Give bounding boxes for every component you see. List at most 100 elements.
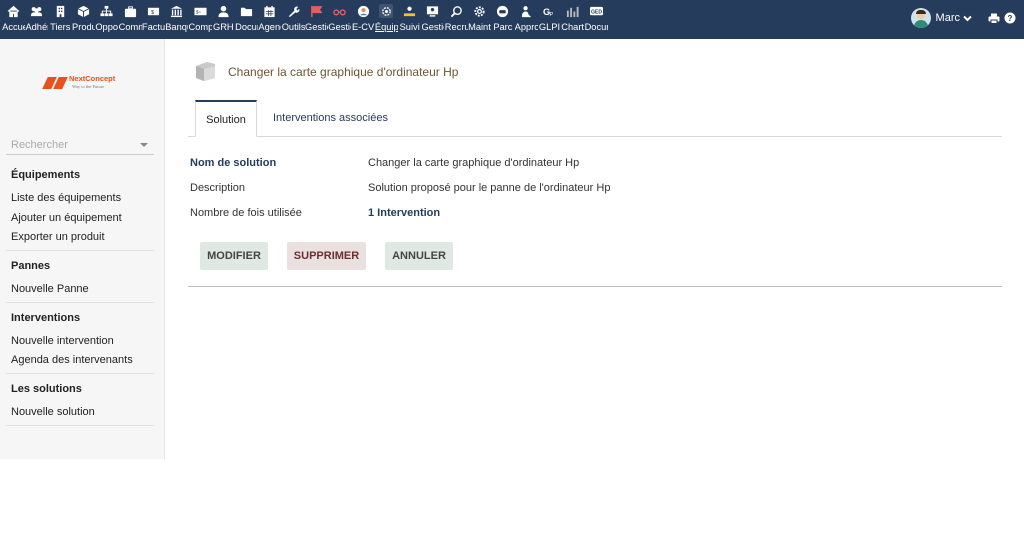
topmenu-item-label: Banque — [165, 22, 188, 32]
topmenu-item[interactable]: Accueil — [2, 3, 25, 37]
cash-icon: $= — [193, 4, 207, 18]
calendar-icon — [263, 4, 277, 18]
sidebar-item-ajouter-equipement[interactable]: Ajouter un équipement — [11, 212, 122, 224]
topmenu-item[interactable]: Produits — [72, 3, 95, 37]
topmenu-item[interactable]: Tiers — [49, 3, 72, 37]
topmenu-item[interactable]: Suivi — [398, 3, 421, 37]
interventions-count-link[interactable]: 1 Intervention — [368, 207, 440, 219]
user-zone: Marc ? — [910, 8, 1016, 28]
flag-icon — [310, 4, 324, 18]
topmenu-item-label: Gestion — [328, 22, 351, 32]
topmenu-item[interactable]: GED Documents — [584, 3, 608, 37]
logo-tagline: Way to the Future — [72, 84, 105, 89]
home-icon — [7, 4, 21, 18]
topmenu-item[interactable]: $ Factures — [142, 3, 165, 37]
topmenu-item-label: Recrutement — [444, 22, 468, 32]
user-avatar[interactable] — [910, 8, 931, 28]
tab-solution[interactable]: Solution — [195, 100, 257, 137]
glpi-icon: GP — [542, 4, 556, 18]
topmenu-item[interactable]: Maintenance — [468, 3, 491, 37]
topmenu-item[interactable]: Commercial — [118, 3, 142, 37]
face-icon — [356, 4, 370, 18]
person-desk-icon — [403, 4, 417, 18]
page-title: Changer la carte graphique d'ordinateur … — [228, 65, 459, 79]
topmenu-item[interactable]: Équipements — [375, 3, 398, 37]
tab-bar: Solution Interventions associées — [188, 100, 1002, 137]
company-logo[interactable]: NextConcept Way to the Future — [42, 75, 115, 91]
sidebar-section-solutions: Les solutions Nouvelle solution — [6, 375, 154, 426]
logo-name: NextConcept — [69, 74, 116, 83]
topmenu-item-label: Compta — [188, 22, 212, 32]
sidebar-item-exporter-produit[interactable]: Exporter un produit — [11, 231, 105, 243]
topmenu-item[interactable]: Parc — [491, 3, 514, 37]
monitor-user-icon — [426, 4, 440, 18]
delete-button[interactable]: SUPPRIMER — [287, 242, 366, 270]
invoice-icon: $ — [146, 4, 160, 18]
sidebar-item-nouvelle-intervention[interactable]: Nouvelle intervention — [11, 335, 114, 347]
topmenu-item[interactable]: Gestion — [305, 3, 328, 37]
sidebar-section-title[interactable]: Pannes — [11, 260, 50, 272]
print-icon[interactable] — [988, 13, 1000, 24]
top-navigation-bar: AccueilAdhérentsTiersProduitsOpportunité… — [0, 0, 1024, 39]
users-icon — [30, 4, 44, 18]
topmenu-item[interactable]: G P GLPI — [538, 3, 561, 37]
briefcase-icon — [123, 4, 137, 18]
topmenu-item[interactable]: Recrutement — [445, 3, 468, 37]
topmenu-item[interactable]: Charts — [561, 3, 584, 37]
chevron-down-icon[interactable] — [963, 15, 972, 22]
cancel-button[interactable]: ANNULER — [385, 242, 453, 270]
topmenu-item-label: Suivi — [399, 22, 420, 32]
sidebar-item-agenda-intervenants[interactable]: Agenda des intervenants — [11, 354, 133, 366]
tab-interventions-associees[interactable]: Interventions associées — [273, 100, 388, 137]
cog-icon — [473, 4, 487, 18]
help-icon[interactable]: ? — [1004, 12, 1016, 24]
sidebar-item-liste-equipements[interactable]: Liste des équipements — [11, 192, 121, 204]
topmenu-item-label: Opportunités — [95, 22, 119, 32]
topmenu-item[interactable]: Outils — [282, 3, 305, 37]
field-label-nom-solution: Nom de solution — [190, 157, 277, 169]
glasses-icon — [333, 4, 347, 18]
sidebar-section-title[interactable]: Équipements — [11, 169, 80, 181]
topmenu-item[interactable]: Documents — [235, 3, 258, 37]
svg-text:?: ? — [1008, 14, 1013, 23]
left-sidebar: NextConcept Way to the Future Rechercher… — [0, 39, 165, 459]
sidebar-item-nouvelle-solution[interactable]: Nouvelle solution — [11, 406, 95, 418]
box-icon — [77, 4, 91, 18]
sidebar-section-pannes: Pannes Nouvelle Panne — [6, 252, 154, 303]
search-select[interactable]: Rechercher — [6, 137, 154, 155]
sitemap-icon — [100, 4, 114, 18]
caret-down-icon — [140, 143, 148, 147]
topmenu-item-label: GRH — [212, 22, 234, 32]
topmenu-item[interactable]: GRH — [212, 3, 235, 37]
topmenu-item-label: E-CV — [351, 22, 375, 32]
topmenu-item[interactable]: Gestion — [421, 3, 444, 37]
svg-text:$=: $= — [195, 9, 201, 14]
topmenu-item-label: Documents — [235, 22, 258, 32]
topmenu-item-label: Maintenance — [468, 22, 491, 32]
topmenu-item[interactable]: Appro — [515, 3, 538, 37]
topmenu-item-label: Outils — [281, 22, 305, 32]
folder-icon — [196, 62, 215, 81]
field-label-description: Description — [190, 182, 246, 194]
topmenu-item[interactable]: Adhérents — [25, 3, 48, 37]
topmenu-item[interactable]: E-CV — [351, 3, 374, 37]
car-icon — [496, 4, 510, 18]
topmenu-item[interactable]: Opportunités — [95, 3, 118, 37]
bank-icon — [170, 4, 184, 18]
topmenu-item[interactable]: Banque — [165, 3, 188, 37]
user-name[interactable]: Marc — [936, 12, 960, 24]
topmenu-item[interactable]: Agenda — [258, 3, 281, 37]
sidebar-section-title[interactable]: Interventions — [11, 312, 80, 324]
sidebar-section-equipements: Équipements Liste des équipements Ajoute… — [6, 165, 154, 251]
modify-button[interactable]: MODIFIER — [200, 242, 268, 270]
logo-mark-icon — [42, 77, 68, 89]
dolly-icon — [519, 4, 533, 18]
ged-icon: GED — [589, 4, 603, 18]
topmenu-item[interactable]: $= Compta — [188, 3, 212, 37]
sidebar-section-title[interactable]: Les solutions — [11, 383, 82, 395]
sidebar-item-nouvelle-panne[interactable]: Nouvelle Panne — [11, 283, 89, 295]
topmenu-item[interactable]: Gestion — [328, 3, 351, 37]
gear-network-icon — [379, 4, 394, 18]
top-menu: AccueilAdhérentsTiersProduitsOpportunité… — [2, 3, 608, 37]
folder-icon — [240, 4, 254, 18]
